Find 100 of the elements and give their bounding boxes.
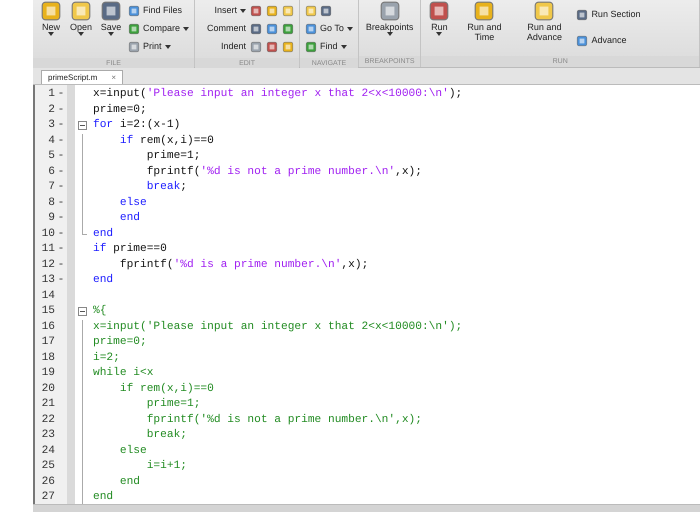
toolbar-icon <box>305 23 318 35</box>
toolbar-button[interactable]: Run <box>426 0 452 56</box>
toolbar-icon <box>305 41 318 53</box>
code-line: %{ <box>93 304 106 320</box>
line-number: 26 <box>40 474 55 490</box>
toolbar-button[interactable]: Save <box>98 0 124 58</box>
code-line: prime=0; <box>93 102 147 118</box>
toolbar-button[interactable]: Print <box>128 38 190 56</box>
code-line: if rem(x,i)==0 <box>118 382 214 397</box>
line-number: 13 <box>40 273 55 288</box>
toolbar-button[interactable]: Indent <box>200 38 246 56</box>
line-number: 19 <box>40 366 55 381</box>
toolbar-icon <box>473 0 496 22</box>
line-marker: - <box>56 87 66 102</box>
line-marker: - <box>56 180 66 195</box>
toolbar-icon <box>250 41 262 53</box>
line-marker: - <box>56 258 66 272</box>
close-button[interactable]: × <box>111 72 116 84</box>
toolbar-button[interactable]: Open <box>68 0 94 58</box>
fold-toggle-icon[interactable] <box>78 307 87 316</box>
line-number: 21 <box>40 397 55 412</box>
code-line: x=input('Please input an integer x that 2<x<10000:\n'); <box>93 86 462 102</box>
line-marker: - <box>56 102 66 118</box>
code-line: prime=1; <box>146 396 200 412</box>
toolbar-icon <box>428 0 450 22</box>
code-line: x=input('Please input an integer x that 2<x<10000:\n'); <box>93 320 462 335</box>
line-marker: - <box>56 134 66 148</box>
editor-tab[interactable]: primeScript.m × <box>41 70 124 84</box>
line-marker: - <box>56 211 66 226</box>
code-line: end <box>118 474 140 490</box>
code-line: i=2; <box>93 350 120 366</box>
toolbar-icon <box>282 23 294 35</box>
line-marker: - <box>56 196 66 210</box>
code-line: end <box>93 490 114 504</box>
toolbar-icon <box>128 23 140 35</box>
toolbar-icon <box>266 41 278 53</box>
toolbar-icon <box>100 0 122 22</box>
line-number: 17 <box>40 335 55 350</box>
toolbar-button[interactable]: Run and Time <box>456 0 512 56</box>
code-line: break; <box>146 180 187 196</box>
line-marker: - <box>56 242 66 257</box>
toolbar-icon <box>70 0 92 22</box>
toolbar-icon <box>128 41 140 53</box>
line-number: 27 <box>40 490 55 504</box>
toolbar-button[interactable]: Run Section <box>576 6 640 24</box>
code-line: fprintf('%d is a prime number.\n',x); <box>118 258 368 273</box>
toolbar-button[interactable]: New <box>38 0 64 58</box>
line-marker: - <box>56 226 66 242</box>
toolbar-button[interactable]: Find Files <box>128 2 190 20</box>
line-number: 6 <box>47 164 55 180</box>
toolbar-icon <box>576 9 588 21</box>
fold-toggle-icon[interactable] <box>78 121 87 130</box>
code-line: fprintf('%d is not a prime number.\n',x); <box>146 412 422 428</box>
toolbar-icon <box>266 23 278 35</box>
code-line: end <box>118 210 140 226</box>
toolbar-icon <box>576 35 588 47</box>
code-line: if prime==0 <box>93 242 167 258</box>
toolbar-button[interactable]: Advance <box>576 32 640 50</box>
line-marker: - <box>56 164 66 180</box>
toolbar-icon <box>128 5 140 17</box>
line-number: 11 <box>40 242 55 257</box>
line-number: 10 <box>40 226 55 242</box>
line-number: 14 <box>40 288 55 304</box>
toolbar-button[interactable]: Find <box>305 38 353 56</box>
toolbar-button[interactable]: Comment <box>200 20 246 38</box>
toolbar-button[interactable]: Breakpoints <box>364 0 416 56</box>
line-number: 8 <box>47 196 55 210</box>
code-line: else <box>118 444 147 459</box>
line-marker: - <box>56 118 66 133</box>
toolbar-icon <box>282 41 294 53</box>
line-number: 18 <box>40 350 55 366</box>
toolbar-icon <box>250 23 262 35</box>
toolbar-button[interactable]: Compare <box>128 20 190 38</box>
line-number: 7 <box>47 180 55 195</box>
code-line: i=i+1; <box>146 458 187 474</box>
line-number: 23 <box>40 428 55 443</box>
code-line: break; <box>146 428 187 444</box>
code-line: else <box>118 196 147 211</box>
toolbar-button[interactable]: Insert <box>200 2 246 20</box>
toolbar-icon <box>250 5 262 17</box>
code-line: while i<x <box>93 366 154 382</box>
line-number: 22 <box>40 412 55 428</box>
line-number: 25 <box>40 459 55 474</box>
toolbar-button[interactable]: Go To <box>305 20 353 38</box>
toolbar-icon <box>378 0 401 22</box>
code-line: end <box>93 272 114 288</box>
line-number: 16 <box>40 320 55 334</box>
code-line: prime=1; <box>146 148 200 164</box>
toolbar-icon <box>282 5 294 17</box>
toolbar-icon <box>266 5 278 17</box>
line-number: 24 <box>40 444 55 458</box>
code-line: prime=0; <box>93 334 147 350</box>
toolbar-icon <box>320 5 332 17</box>
code-line: if rem(x,i)==0 <box>118 134 214 149</box>
line-number: 4 <box>47 134 55 148</box>
toolbar-icon <box>40 0 62 22</box>
line-number: 9 <box>47 211 55 226</box>
code-line: for i=2:(x-1) <box>93 118 180 134</box>
line-number: 5 <box>47 149 55 164</box>
toolbar-button[interactable]: Run and Advance <box>516 0 572 56</box>
